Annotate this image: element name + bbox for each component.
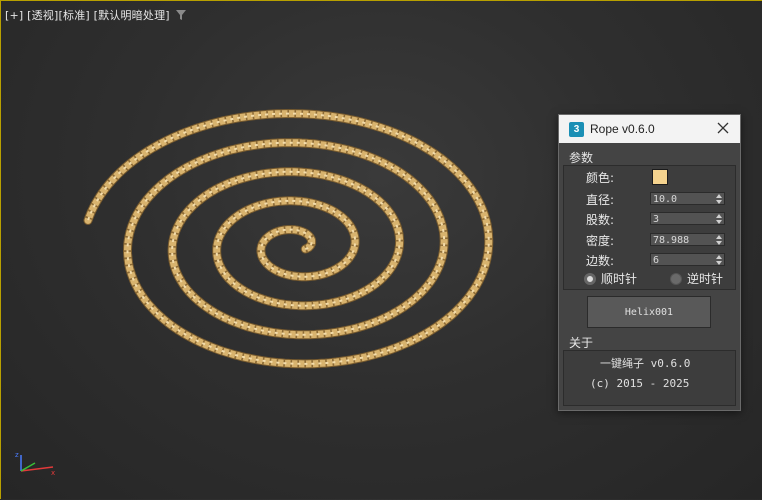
params-group-label: 参数 <box>569 151 594 165</box>
diameter-spinner[interactable]: 10.0 <box>650 192 725 205</box>
spinner-arrows-icon[interactable] <box>716 235 722 245</box>
close-icon[interactable] <box>716 121 730 135</box>
strands-label: 股数: <box>585 213 614 227</box>
density-label: 密度: <box>585 234 614 248</box>
axis-tripod-icon: z x <box>15 451 55 477</box>
spinner-arrows-icon[interactable] <box>716 194 722 204</box>
sides-label: 边数: <box>585 254 614 268</box>
sides-value: 6 <box>653 255 660 266</box>
radio-checked-icon <box>584 272 596 285</box>
pick-object-button[interactable]: Helix001 <box>587 296 711 328</box>
svg-text:z: z <box>15 451 19 459</box>
spinner-arrows-icon[interactable] <box>716 214 722 224</box>
dialog-title: Rope v0.6.0 <box>590 122 655 136</box>
rope-dialog: 3 Rope v0.6.0 参数 颜色: 直径: 10.0 股数: 3 密度: … <box>558 114 741 411</box>
about-group-label: 关于 <box>569 336 594 350</box>
diameter-label: 直径: <box>585 193 614 207</box>
spinner-arrows-icon[interactable] <box>716 255 722 265</box>
params-panel: 颜色: 直径: 10.0 股数: 3 密度: 78.988 边数: 6 顺时针 … <box>563 165 736 290</box>
color-label: 颜色: <box>585 171 614 185</box>
diameter-value: 10.0 <box>653 194 678 205</box>
about-panel: 一键绳子 v0.6.0 (c) 2015 - 2025 <box>563 350 736 406</box>
sides-spinner[interactable]: 6 <box>650 253 725 266</box>
dialog-titlebar[interactable]: 3 Rope v0.6.0 <box>559 115 740 143</box>
about-product: 一键绳子 v0.6.0 <box>600 357 691 370</box>
color-swatch[interactable] <box>652 169 668 185</box>
radio-counterclockwise[interactable]: 逆时针 <box>670 270 723 287</box>
svg-text:x: x <box>51 469 55 477</box>
strands-value: 3 <box>653 214 660 225</box>
about-copyright: (c) 2015 - 2025 <box>590 377 690 390</box>
strands-spinner[interactable]: 3 <box>650 212 725 225</box>
radio-clockwise-label: 顺时针 <box>601 272 638 286</box>
radio-counterclockwise-label: 逆时针 <box>687 272 724 286</box>
app-icon: 3 <box>569 121 584 137</box>
density-spinner[interactable]: 78.988 <box>650 233 725 246</box>
radio-unchecked-icon <box>670 272 682 285</box>
radio-clockwise[interactable]: 顺时针 <box>584 270 637 287</box>
density-value: 78.988 <box>653 235 690 246</box>
